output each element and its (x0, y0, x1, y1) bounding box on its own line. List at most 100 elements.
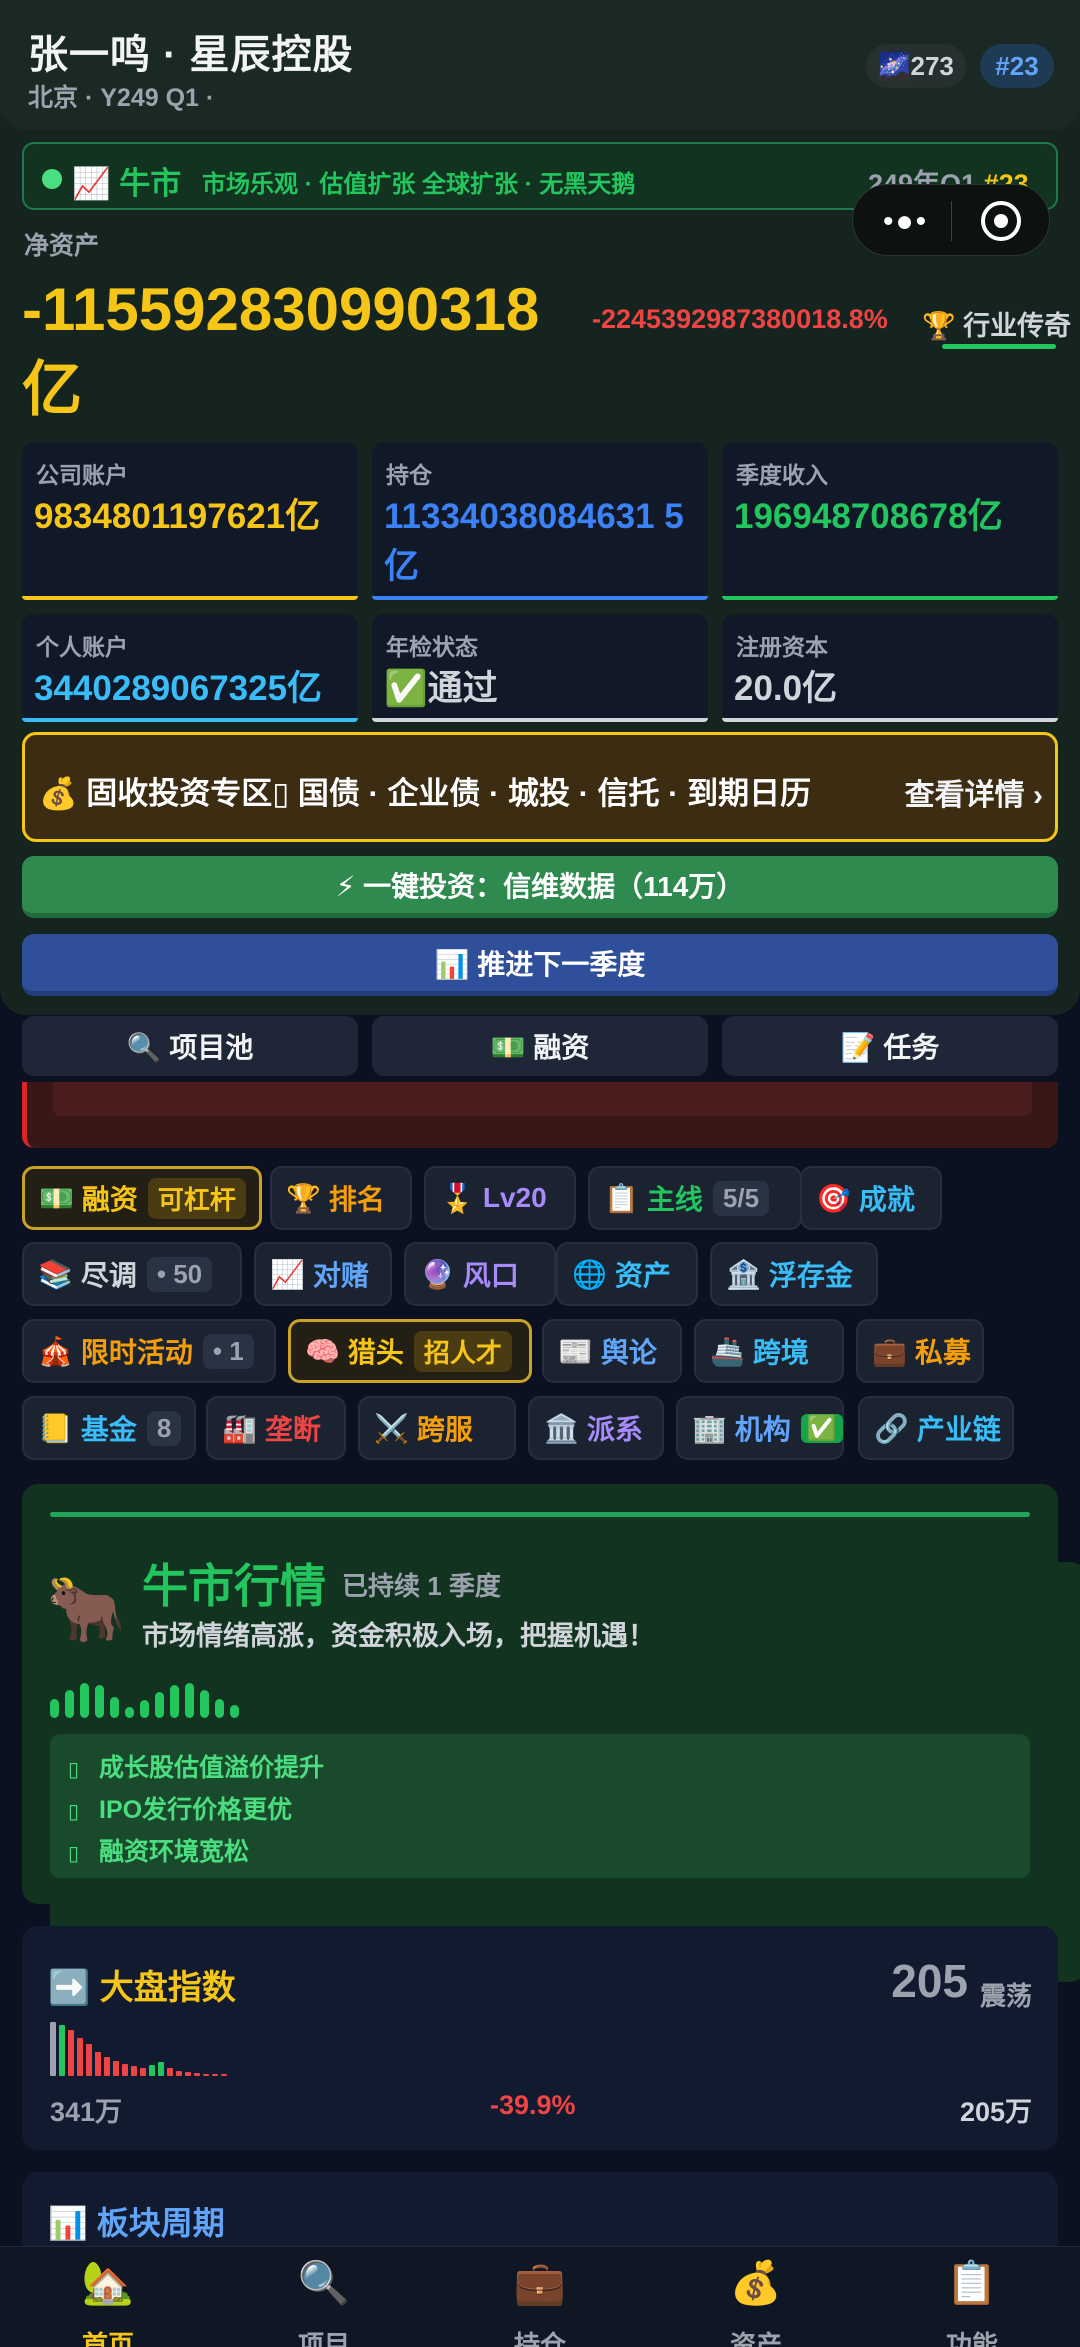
chip-6[interactable]: 📈 对赌 (254, 1242, 392, 1306)
chip-8[interactable]: 🌐 资产 (556, 1242, 698, 1306)
nav-item-0[interactable]: 🏡 首页 (0, 2247, 216, 2347)
chip-20[interactable]: 🔗 产业链 (858, 1396, 1014, 1460)
separator-dot: · (205, 84, 215, 112)
chip-count: • 1 (202, 1333, 254, 1369)
close-target-icon[interactable] (981, 201, 1021, 241)
alert-strip-inner (53, 1082, 1032, 1116)
spark-bar (167, 2068, 173, 2076)
tab-project-pool[interactable]: 🔍 项目池 (22, 1016, 358, 1076)
sentiment-bar (185, 1683, 194, 1718)
spark-bar (185, 2072, 191, 2076)
chip-icon: 🧠 (305, 1335, 340, 1367)
chip-count: 5/5 (712, 1180, 770, 1216)
registered-capital-card[interactable]: 注册资本 20.0亿 (722, 614, 1058, 722)
tab-financing[interactable]: 💵 融资 (372, 1016, 708, 1076)
chip-icon: 🏭 (222, 1412, 257, 1444)
company-account-card[interactable]: 公司账户 9834801197621亿 (22, 442, 358, 600)
chip-0[interactable]: 💵 融资 可杠杆 (22, 1166, 262, 1230)
spark-bar (95, 2052, 101, 2076)
chip-17[interactable]: ⚔️ 跨服 (358, 1396, 516, 1460)
chip-19[interactable]: 🏢 机构 ✅ (676, 1396, 844, 1460)
header: 张一鸣 · 星辰控股 北京 · Y249 Q1 · 📈 牛市 🌌273 #23 (0, 0, 1080, 1982)
chip-icon: 📈 (270, 1258, 305, 1290)
chip-icon: 🌐 (572, 1258, 607, 1290)
chip-label: 产业链 (916, 1414, 1001, 1445)
nav-item-3[interactable]: 💰 资产 (648, 2247, 864, 2347)
chip-11[interactable]: 🧠 猎头 招人才 (288, 1319, 532, 1383)
separator-dot: · (84, 84, 101, 112)
nav-icon: 📋 (945, 2259, 999, 2306)
spark-bar (140, 2068, 146, 2076)
chip-12[interactable]: 📰 舆论 (542, 1319, 682, 1383)
chip-14[interactable]: 💼 私募 (856, 1319, 984, 1383)
chip-7[interactable]: 🔮 风口 (404, 1242, 556, 1306)
header-subtitle: 北京 · Y249 Q1 · 📈 牛市 (28, 78, 1080, 1982)
chip-label: Lv20 (482, 1182, 547, 1213)
title-badge-underline (942, 344, 1056, 349)
rank-badge[interactable]: #23 (980, 44, 1054, 88)
chip-label: 舆论 (600, 1337, 657, 1368)
spark-bar (59, 2025, 65, 2076)
holdings-card[interactable]: 持仓 11334038084631 5亿 (372, 442, 708, 600)
tab-tasks[interactable]: 📝 任务 (722, 1016, 1058, 1076)
card-label: 年检状态 (386, 634, 478, 660)
card-label: 季度收入 (736, 462, 828, 488)
nav-label: 持仓 (513, 2330, 566, 2347)
effect-item: 成长股估值溢价提升 (68, 1748, 324, 1784)
chip-icon: 📰 (558, 1335, 593, 1367)
nav-item-4[interactable]: 📋 功能 (864, 2247, 1080, 2347)
title-badge[interactable]: 🏆 行业传奇 (922, 304, 1071, 343)
bull-icon: 🐂 (46, 1573, 126, 1645)
chip-18[interactable]: 🏛️ 派系 (528, 1396, 664, 1460)
sentiment-bar (125, 1707, 134, 1718)
chip-icon: 🏆 (286, 1182, 321, 1214)
chip-icon: 🎪 (38, 1335, 73, 1367)
chip-icon: 🏛️ (544, 1412, 579, 1444)
alert-strip (22, 1082, 1058, 1148)
card-accent-line (372, 596, 708, 600)
effect-item: 融资环境宽松 (68, 1832, 249, 1868)
sentiment-bar (170, 1685, 179, 1718)
nav-label: 资产 (729, 2330, 782, 2347)
chip-13[interactable]: 🚢 跨境 (694, 1319, 844, 1383)
chip-icon: 📒 (38, 1412, 73, 1444)
chip-9[interactable]: 🏦 浮存金 (710, 1242, 878, 1306)
more-menu-icon[interactable]: •●• (883, 205, 928, 239)
nav-icon: 💰 (729, 2259, 783, 2306)
chip-16[interactable]: 🏭 垄断 (206, 1396, 346, 1460)
fixed-income-banner[interactable]: 💰 固收投资专区▯ 国债 · 企业债 · 城投 · 信托 · 到期日历 查看详情… (22, 732, 1058, 842)
personal-account-card[interactable]: 个人账户 3440289067325亿 (22, 614, 358, 722)
next-quarter-button[interactable]: 📊 推进下一季度 (22, 934, 1058, 996)
chip-label: 私募 (914, 1337, 971, 1368)
net-assets-label: 净资产 (24, 232, 100, 260)
chip-10[interactable]: 🎪 限时活动 • 1 (22, 1319, 276, 1383)
chip-label: 资产 (614, 1260, 671, 1291)
galaxy-badge[interactable]: 🌌273 (866, 44, 966, 88)
one-click-invest-button[interactable]: ⚡ 一键投资：信维数据（114万） (22, 856, 1058, 918)
chip-3[interactable]: 📋 主线 5/5 (588, 1166, 802, 1230)
nav-item-2[interactable]: 💼 持仓 (432, 2247, 648, 2347)
nav-label: 项目 (297, 2330, 350, 2347)
chip-1[interactable]: 🏆 排名 (270, 1166, 412, 1230)
chip-15[interactable]: 📒 基金 8 (22, 1396, 196, 1460)
chip-label: 尽调 (80, 1260, 137, 1291)
chip-label: 限时活动 (80, 1337, 193, 1368)
card-value: ✅通过 (384, 669, 498, 708)
sector-title: 📊 板块周期 (48, 2205, 225, 2241)
chip-2[interactable]: 🎖️ Lv20 (424, 1166, 576, 1230)
company-title: 张一鸣 · 星辰控股 (28, 33, 354, 77)
sentiment-bar (215, 1699, 224, 1718)
chip-label: 融资 (81, 1184, 138, 1215)
chip-5[interactable]: 📚 尽调 • 50 (22, 1242, 242, 1306)
market-index-card[interactable]: ➡️ 大盘指数 205 震荡 341万 -39.9% 205万 (22, 1926, 1058, 2150)
card-label: 个人账户 (36, 634, 128, 660)
view-details-link[interactable]: 查看详情 › (905, 770, 1043, 814)
period-label: Y249 Q1 (100, 84, 199, 112)
sentiment-bar (110, 1697, 119, 1718)
chip-icon: 🔮 (420, 1258, 455, 1290)
annual-check-card[interactable]: 年检状态 ✅通过 (372, 614, 708, 722)
chip-4[interactable]: 🎯 成就 (800, 1166, 942, 1230)
quarterly-revenue-card[interactable]: 季度收入 196948708678亿 (722, 442, 1058, 600)
chip-label: 猎头 (347, 1337, 404, 1368)
nav-item-1[interactable]: 🔍 项目 (216, 2247, 432, 2347)
